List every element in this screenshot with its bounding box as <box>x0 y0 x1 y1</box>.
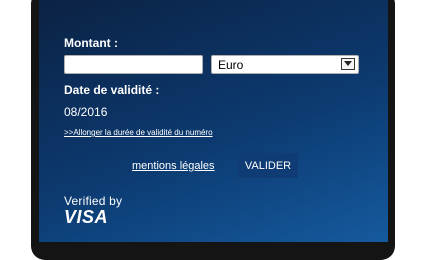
payment-panel: Montant : Euro Date de validité : 08/201… <box>39 0 388 242</box>
visa-text: VISA <box>64 207 109 227</box>
verified-by-text: Verified by <box>64 194 123 208</box>
validity-value: 08/2016 <box>64 105 108 119</box>
amount-input[interactable] <box>64 55 203 74</box>
amount-label: Montant : <box>64 36 118 50</box>
validity-label: Date de validité : <box>64 83 160 97</box>
legal-notice-link[interactable]: mentions légales <box>132 160 215 172</box>
extend-validity-link[interactable]: >>Allonger la durée de validité du numér… <box>64 128 213 137</box>
verified-by-visa-logo: Verified by VISA <box>64 194 122 228</box>
currency-select-value: Euro <box>218 58 244 72</box>
currency-select[interactable]: Euro <box>211 55 359 74</box>
chevron-down-icon[interactable] <box>341 58 355 70</box>
validate-button[interactable]: VALIDER <box>238 153 298 178</box>
